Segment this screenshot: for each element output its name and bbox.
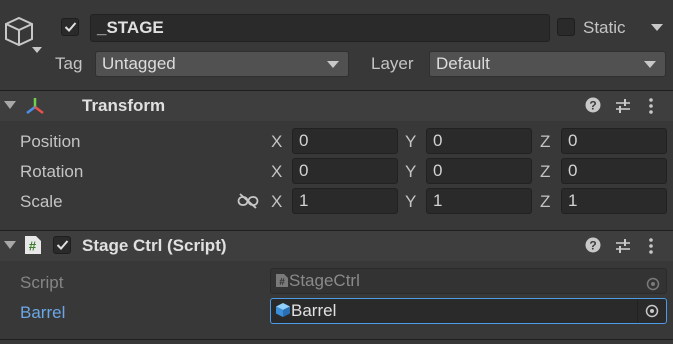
svg-text:#: #: [279, 277, 285, 288]
layer-value: Default: [436, 54, 490, 73]
barrel-object-field[interactable]: Barrel: [270, 298, 667, 324]
stage-ctrl-title: Stage Ctrl (Script): [82, 236, 227, 255]
tag-label: Tag: [55, 54, 83, 73]
foldout-arrow-icon[interactable]: [4, 241, 16, 249]
script-hash-icon: #: [275, 271, 289, 293]
scale-z-label[interactable]: Z: [540, 192, 550, 212]
scale-z-input[interactable]: 1: [561, 188, 667, 214]
presets-sliders-icon[interactable]: [614, 97, 632, 120]
rotation-label: Rotation: [20, 162, 84, 181]
script-label: Script: [20, 273, 64, 292]
rotation-x-input[interactable]: 0: [292, 158, 398, 184]
object-picker-icon[interactable]: [645, 304, 659, 318]
transform-title: Transform: [82, 96, 166, 115]
static-label: Static: [583, 18, 626, 37]
transform-axes-icon: [24, 96, 46, 121]
script-object-field: # StageCtrl: [270, 268, 667, 294]
more-options-icon[interactable]: [648, 97, 654, 120]
script-enabled-checkbox[interactable]: [53, 236, 71, 254]
static-checkbox[interactable]: [557, 18, 575, 36]
barrel-value: Barrel: [291, 301, 337, 320]
object-picker-button[interactable]: [637, 299, 666, 323]
gameobject-icon[interactable]: [3, 14, 43, 58]
position-y-label[interactable]: Y: [405, 132, 416, 152]
csharp-script-hash-icon: #: [24, 235, 42, 260]
prefab-cube-icon: [275, 301, 291, 323]
scale-y-label[interactable]: Y: [405, 192, 416, 212]
position-x-label[interactable]: X: [271, 132, 282, 152]
static-dropdown-arrow-icon[interactable]: [651, 24, 663, 31]
tag-value: Untagged: [102, 54, 176, 73]
script-value: StageCtrl: [289, 271, 360, 290]
position-x-input[interactable]: 0: [292, 128, 398, 154]
scale-x-input[interactable]: 1: [292, 188, 398, 214]
position-y-input[interactable]: 0: [426, 128, 532, 154]
presets-sliders-icon[interactable]: [614, 237, 632, 260]
rotation-y-label[interactable]: Y: [405, 162, 416, 182]
scale-x-label[interactable]: X: [271, 192, 282, 212]
position-label: Position: [20, 132, 81, 151]
scale-y-input[interactable]: 1: [426, 188, 532, 214]
scale-label: Scale: [20, 192, 63, 211]
stage-ctrl-header[interactable]: # Stage Ctrl (Script) ?: [0, 230, 673, 261]
more-options-icon[interactable]: [648, 237, 654, 260]
svg-text:#: #: [29, 239, 37, 254]
rotation-x-label[interactable]: X: [271, 162, 282, 182]
rotation-y-input[interactable]: 0: [426, 158, 532, 184]
position-z-label[interactable]: Z: [540, 132, 550, 152]
layer-label: Layer: [371, 54, 414, 73]
svg-text:?: ?: [589, 239, 596, 253]
object-picker-icon: [646, 274, 660, 293]
tag-dropdown[interactable]: Untagged: [95, 51, 349, 77]
position-z-input[interactable]: 0: [561, 128, 667, 154]
rotation-z-label[interactable]: Z: [540, 162, 550, 182]
bottom-divider: [0, 339, 673, 340]
help-icon[interactable]: ?: [585, 97, 601, 118]
constrain-proportions-link-icon[interactable]: [237, 192, 259, 215]
help-icon[interactable]: ?: [585, 237, 601, 258]
foldout-arrow-icon[interactable]: [4, 101, 16, 109]
active-checkbox[interactable]: [61, 18, 79, 36]
object-name-input[interactable]: _STAGE: [90, 14, 550, 42]
svg-text:?: ?: [589, 99, 596, 113]
chevron-down-icon: [327, 61, 339, 68]
chevron-down-icon: [644, 61, 656, 68]
layer-dropdown[interactable]: Default: [429, 51, 666, 77]
rotation-z-input[interactable]: 0: [561, 158, 667, 184]
barrel-label: Barrel: [20, 303, 66, 322]
transform-header[interactable]: Transform ?: [0, 90, 673, 121]
